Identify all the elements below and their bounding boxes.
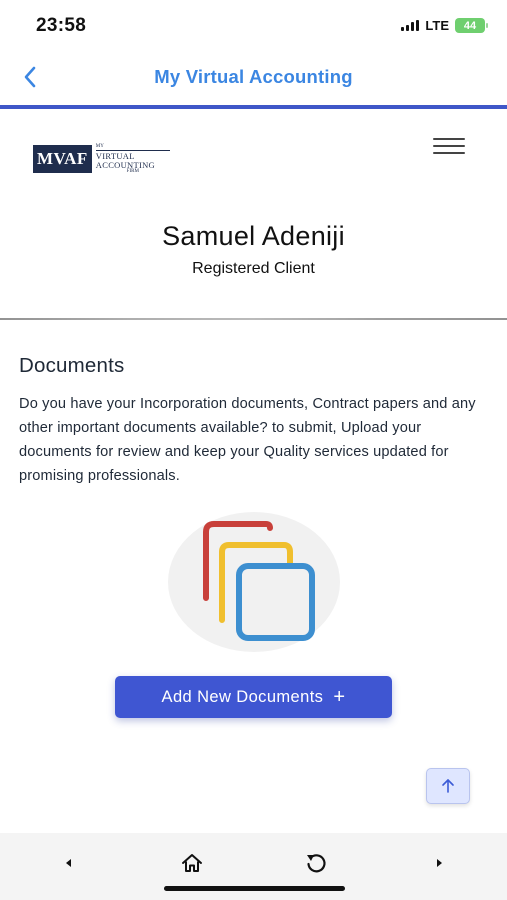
signal-icon	[401, 20, 420, 31]
arrow-up-icon	[442, 779, 454, 793]
network-type: LTE	[425, 18, 449, 33]
battery-level: 44	[463, 19, 477, 32]
reload-button[interactable]	[301, 849, 331, 877]
documents-illustration	[168, 512, 340, 652]
status-bar: 23:58 LTE 44	[0, 0, 507, 50]
page-title: My Virtual Accounting	[154, 66, 353, 87]
battery-icon: 44	[455, 18, 488, 33]
hamburger-line	[433, 145, 465, 147]
home-button[interactable]	[177, 849, 207, 877]
logo-wordmark: MY VIRTUAL ACCOUNTING FIRM	[95, 144, 170, 174]
plus-icon: +	[333, 686, 346, 708]
add-new-documents-button[interactable]: Add New Documents +	[115, 676, 392, 718]
status-time: 23:58	[36, 15, 87, 36]
scroll-to-top-button[interactable]	[426, 768, 470, 804]
logo-abbr: MVAF	[33, 145, 92, 173]
stacked-documents-icon	[203, 521, 315, 641]
section-divider	[0, 318, 507, 320]
status-indicators: LTE 44	[401, 18, 488, 33]
browser-forward-button[interactable]	[425, 849, 455, 877]
profile-card: Samuel Adeniji Registered Client	[0, 215, 507, 320]
logo-line-3: ACCOUNTING	[95, 159, 155, 170]
nav-header: My Virtual Accounting	[0, 50, 507, 105]
client-name: Samuel Adeniji	[162, 221, 345, 251]
home-icon	[182, 854, 202, 872]
documents-title: Documents	[19, 354, 125, 377]
mvaf-logo[interactable]: MVAF MY VIRTUAL ACCOUNTING FIRM	[33, 144, 170, 174]
hamburger-menu-button[interactable]	[433, 136, 467, 158]
home-indicator	[164, 886, 345, 891]
hamburger-line	[433, 152, 465, 154]
documents-section: Documents Do you have your Incorporation…	[19, 354, 489, 488]
logo-line-4: FIRM	[126, 169, 139, 174]
hamburger-menu-icon	[433, 138, 465, 140]
add-documents-label: Add New Documents	[161, 687, 324, 706]
triangle-right-icon	[437, 859, 442, 867]
browser-back-button[interactable]	[53, 849, 83, 877]
logo-line-1: MY	[95, 144, 104, 149]
reload-icon	[307, 854, 326, 873]
documents-description: Do you have your Incorporation documents…	[19, 396, 476, 484]
site-header: MVAF MY VIRTUAL ACCOUNTING FIRM	[0, 109, 507, 215]
triangle-left-icon	[66, 859, 71, 867]
client-role: Registered Client	[192, 260, 315, 277]
